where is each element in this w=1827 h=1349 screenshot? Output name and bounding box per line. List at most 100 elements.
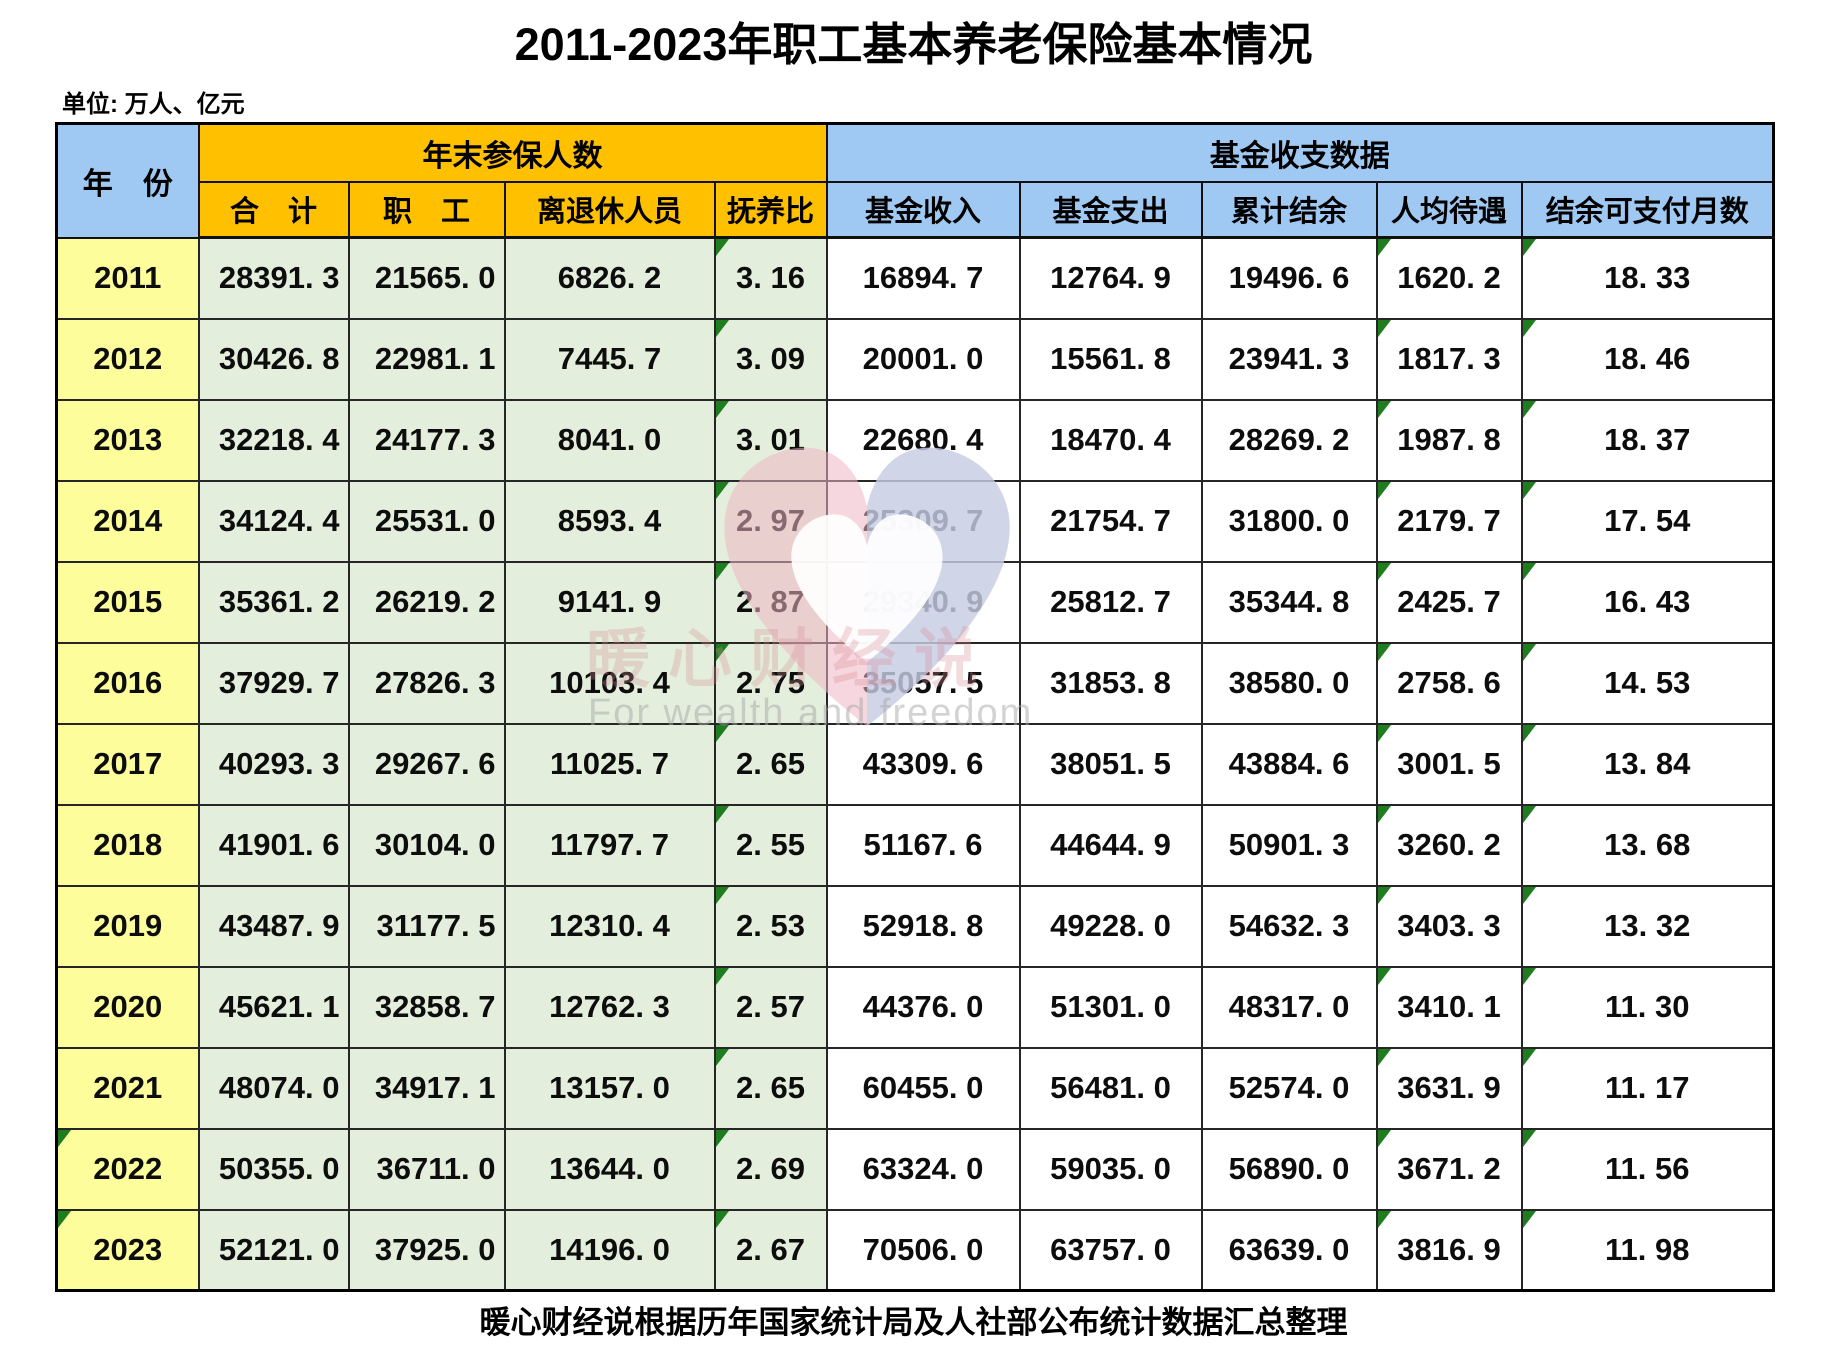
header-dependency-ratio: 抚养比 xyxy=(715,182,827,238)
value-cell: 11. 30 xyxy=(1522,967,1774,1048)
year-cell: 2023 xyxy=(57,1210,199,1291)
header-total: 合 计 xyxy=(199,182,349,238)
table-body: 2011 28391. 321565. 06826. 23. 1616894. … xyxy=(57,238,1774,1291)
value-cell: 2. 97 xyxy=(715,481,827,562)
value-cell: 31853. 8 xyxy=(1020,643,1202,724)
value-cell: 49228. 0 xyxy=(1020,886,1202,967)
value-cell: 2. 87 xyxy=(715,562,827,643)
table-row: 2012 30426. 822981. 17445. 73. 0920001. … xyxy=(57,319,1774,400)
value-cell: 23941. 3 xyxy=(1202,319,1377,400)
header-per-capita-benefit: 人均待遇 xyxy=(1377,182,1522,238)
value-cell: 11025. 7 xyxy=(505,724,715,805)
value-cell: 25812. 7 xyxy=(1020,562,1202,643)
value-cell: 13. 32 xyxy=(1522,886,1774,967)
value-cell: 2179. 7 xyxy=(1377,481,1522,562)
value-cell: 38580. 0 xyxy=(1202,643,1377,724)
value-cell: 13644. 0 xyxy=(505,1129,715,1210)
table-row: 2020 45621. 132858. 712762. 32. 5744376.… xyxy=(57,967,1774,1048)
value-cell: 30426. 8 xyxy=(199,319,349,400)
value-cell: 8593. 4 xyxy=(505,481,715,562)
year-cell: 2011 xyxy=(57,238,199,319)
value-cell: 17. 54 xyxy=(1522,481,1774,562)
page: 2011-2023年职工基本养老保险基本情况 单位: 万人、亿元 年 份 年末参… xyxy=(0,0,1827,1349)
value-cell: 27826. 3 xyxy=(349,643,505,724)
year-cell: 2020 xyxy=(57,967,199,1048)
value-cell: 2. 65 xyxy=(715,724,827,805)
value-cell: 3. 09 xyxy=(715,319,827,400)
year-cell: 2019 xyxy=(57,886,199,967)
table-row: 2015 35361. 226219. 29141. 92. 8729340. … xyxy=(57,562,1774,643)
header-sub-row: 合 计 职 工 离退休人员 抚养比 基金收入 基金支出 累计结余 人均待遇 结余… xyxy=(57,182,1774,238)
value-cell: 63757. 0 xyxy=(1020,1210,1202,1291)
value-cell: 18. 46 xyxy=(1522,319,1774,400)
value-cell: 29340. 9 xyxy=(827,562,1020,643)
value-cell: 2. 67 xyxy=(715,1210,827,1291)
value-cell: 56890. 0 xyxy=(1202,1129,1377,1210)
value-cell: 48317. 0 xyxy=(1202,967,1377,1048)
value-cell: 32218. 4 xyxy=(199,400,349,481)
value-cell: 3403. 3 xyxy=(1377,886,1522,967)
value-cell: 3631. 9 xyxy=(1377,1048,1522,1129)
value-cell: 28391. 3 xyxy=(199,238,349,319)
value-cell: 41901. 6 xyxy=(199,805,349,886)
value-cell: 13157. 0 xyxy=(505,1048,715,1129)
value-cell: 52574. 0 xyxy=(1202,1048,1377,1129)
value-cell: 19496. 6 xyxy=(1202,238,1377,319)
header-fund-expense: 基金支出 xyxy=(1020,182,1202,238)
year-cell: 2021 xyxy=(57,1048,199,1129)
value-cell: 29267. 6 xyxy=(349,724,505,805)
table-row: 2023 52121. 037925. 014196. 02. 6770506.… xyxy=(57,1210,1774,1291)
value-cell: 44376. 0 xyxy=(827,967,1020,1048)
value-cell: 2. 55 xyxy=(715,805,827,886)
value-cell: 45621. 1 xyxy=(199,967,349,1048)
value-cell: 63639. 0 xyxy=(1202,1210,1377,1291)
year-cell: 2016 xyxy=(57,643,199,724)
value-cell: 51301. 0 xyxy=(1020,967,1202,1048)
value-cell: 9141. 9 xyxy=(505,562,715,643)
value-cell: 1817. 3 xyxy=(1377,319,1522,400)
value-cell: 2. 75 xyxy=(715,643,827,724)
header-employees: 职 工 xyxy=(349,182,505,238)
year-cell: 2014 xyxy=(57,481,199,562)
table-header: 年 份 年末参保人数 基金收支数据 合 计 职 工 离退休人员 抚养比 基金收入… xyxy=(57,124,1774,238)
value-cell: 50355. 0 xyxy=(199,1129,349,1210)
value-cell: 12310. 4 xyxy=(505,886,715,967)
value-cell: 50901. 3 xyxy=(1202,805,1377,886)
value-cell: 7445. 7 xyxy=(505,319,715,400)
value-cell: 43309. 6 xyxy=(827,724,1020,805)
value-cell: 22680. 4 xyxy=(827,400,1020,481)
value-cell: 32858. 7 xyxy=(349,967,505,1048)
header-group-insured: 年末参保人数 xyxy=(199,124,827,182)
value-cell: 25531. 0 xyxy=(349,481,505,562)
value-cell: 3671. 2 xyxy=(1377,1129,1522,1210)
value-cell: 35057. 5 xyxy=(827,643,1020,724)
value-cell: 52121. 0 xyxy=(199,1210,349,1291)
value-cell: 8041. 0 xyxy=(505,400,715,481)
page-title: 2011-2023年职工基本养老保险基本情况 xyxy=(0,8,1827,73)
value-cell: 16. 43 xyxy=(1522,562,1774,643)
value-cell: 20001. 0 xyxy=(827,319,1020,400)
value-cell: 26219. 2 xyxy=(349,562,505,643)
year-cell: 2013 xyxy=(57,400,199,481)
value-cell: 11. 56 xyxy=(1522,1129,1774,1210)
value-cell: 31177. 5 xyxy=(349,886,505,967)
value-cell: 37929. 7 xyxy=(199,643,349,724)
header-fund-income: 基金收入 xyxy=(827,182,1020,238)
value-cell: 1620. 2 xyxy=(1377,238,1522,319)
value-cell: 18. 33 xyxy=(1522,238,1774,319)
header-cumulative-balance: 累计结余 xyxy=(1202,182,1377,238)
value-cell: 21754. 7 xyxy=(1020,481,1202,562)
value-cell: 43487. 9 xyxy=(199,886,349,967)
table-row: 2022 50355. 036711. 013644. 02. 6963324.… xyxy=(57,1129,1774,1210)
value-cell: 14. 53 xyxy=(1522,643,1774,724)
value-cell: 3260. 2 xyxy=(1377,805,1522,886)
value-cell: 2. 53 xyxy=(715,886,827,967)
header-retirees: 离退休人员 xyxy=(505,182,715,238)
value-cell: 51167. 6 xyxy=(827,805,1020,886)
pension-table: 年 份 年末参保人数 基金收支数据 合 计 职 工 离退休人员 抚养比 基金收入… xyxy=(55,122,1775,1292)
footer-note: 暖心财经说根据历年国家统计局及人社部公布统计数据汇总整理 xyxy=(0,1297,1827,1342)
value-cell: 59035. 0 xyxy=(1020,1129,1202,1210)
value-cell: 12764. 9 xyxy=(1020,238,1202,319)
value-cell: 37925. 0 xyxy=(349,1210,505,1291)
value-cell: 3. 16 xyxy=(715,238,827,319)
